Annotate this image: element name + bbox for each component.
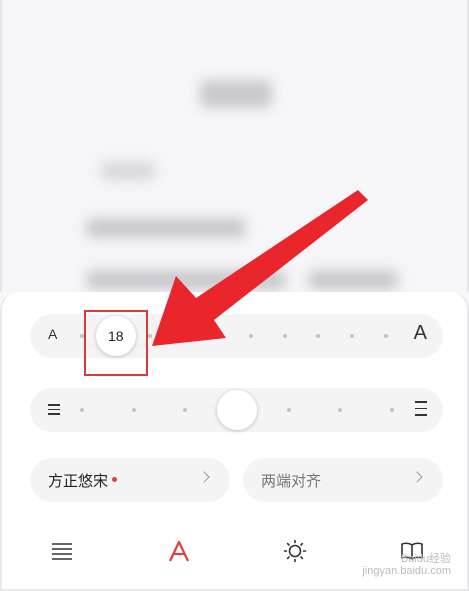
blurred-paragraph-line (86, 270, 286, 290)
slider-step-dot[interactable] (384, 334, 388, 338)
brightness-icon (283, 539, 307, 563)
blurred-title (200, 80, 272, 108)
new-badge-dot (112, 477, 118, 482)
tab-brightness[interactable] (278, 536, 312, 566)
slider-step-dot[interactable] (215, 334, 220, 338)
reader-content-blurred (0, 0, 469, 292)
text-align-button[interactable]: 两端对齐 (243, 458, 443, 502)
slider-step-dot[interactable] (286, 408, 291, 412)
text-align-label: 两端对齐 (261, 472, 322, 490)
tab-font-settings[interactable] (162, 536, 196, 566)
font-size-increase-label[interactable]: A (414, 322, 427, 345)
slider-step-dot[interactable] (248, 334, 253, 338)
font-style-icon (169, 540, 189, 562)
font-family-label: 方正悠宋 (48, 472, 109, 490)
chevron-right-icon (411, 471, 423, 483)
slider-step-dot[interactable] (183, 408, 188, 412)
slider-step-dot[interactable] (181, 334, 186, 338)
compact-spacing-icon (48, 404, 60, 415)
font-size-decrease-label[interactable]: A (48, 326, 57, 342)
slider-step-dot[interactable] (282, 334, 287, 338)
slider-step-dot[interactable] (131, 408, 136, 412)
blurred-paragraph-line (308, 270, 398, 290)
line-spacing-slider-thumb[interactable] (217, 390, 257, 430)
watermark: Baidu经验 jingyan.baidu.com (362, 553, 451, 577)
slider-step-dot[interactable] (80, 408, 84, 412)
annotation-highlight-box (84, 310, 148, 376)
watermark-line2: jingyan.baidu.com (362, 565, 451, 577)
font-family-button[interactable]: 方正悠宋 (30, 458, 230, 502)
slider-step-dot[interactable] (147, 334, 152, 338)
blurred-subtitle (100, 162, 156, 180)
slider-step-dot[interactable] (338, 408, 343, 412)
blurred-paragraph-line (86, 218, 246, 238)
watermark-line1: Baidu经验 (400, 553, 451, 565)
tab-table-of-contents[interactable] (45, 536, 79, 566)
slider-step-dot[interactable] (316, 334, 321, 338)
slider-step-dot[interactable] (350, 334, 355, 338)
loose-spacing-icon (415, 401, 427, 416)
reading-settings-panel: A 18 A 方正悠宋 两端对齐 (0, 292, 469, 591)
slider-step-dot[interactable] (390, 408, 394, 412)
chevron-right-icon (198, 471, 210, 483)
line-spacing-slider[interactable] (30, 388, 443, 432)
menu-lines-icon (52, 543, 72, 560)
